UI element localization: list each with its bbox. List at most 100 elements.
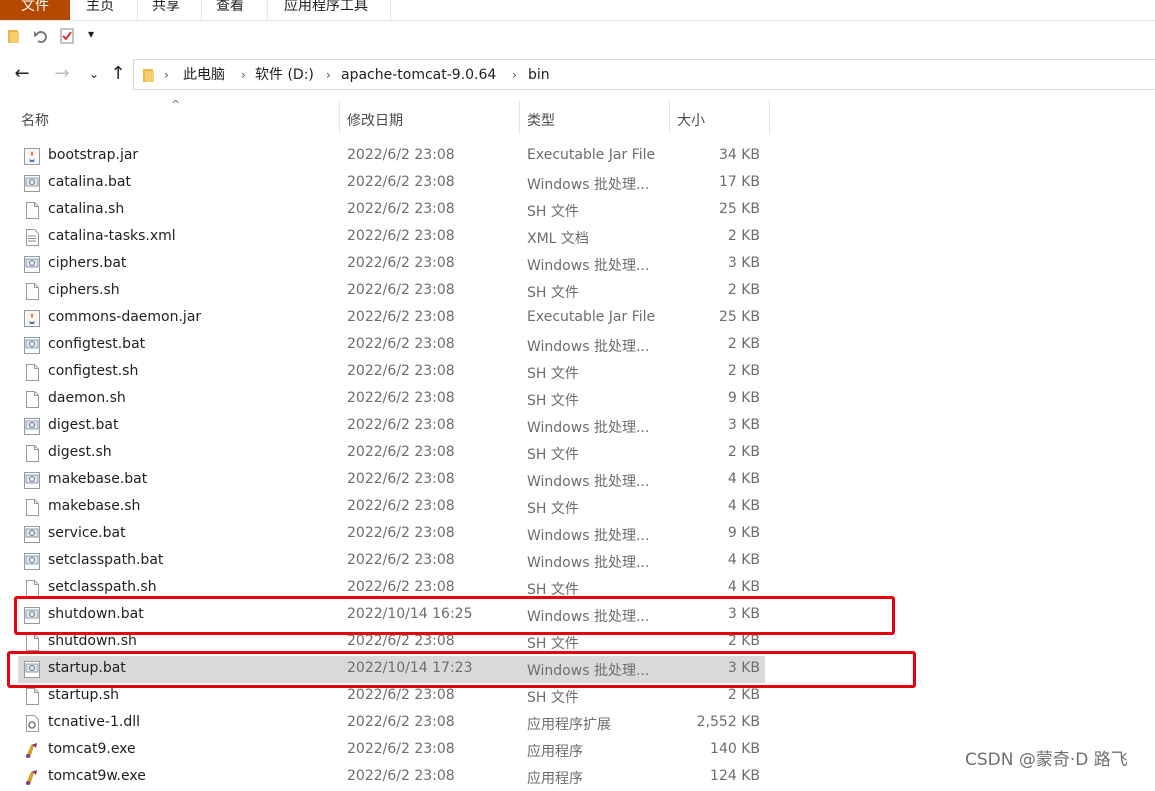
highlight-box-startup [7, 651, 916, 688]
file-name: catalina.sh [48, 201, 125, 217]
column-header-size[interactable]: 大小 [677, 110, 705, 130]
file-type: Windows 批处理... [527, 555, 650, 571]
breadcrumb-this-pc[interactable]: 此电脑 [183, 60, 225, 91]
file-date: 2022/6/2 23:08 [347, 768, 455, 784]
file-date: 2022/6/2 23:08 [347, 282, 455, 298]
file-date: 2022/6/2 23:08 [347, 363, 455, 379]
file-row-bootstrap-jar[interactable]: bootstrap.jar 2022/6/2 23:08 Executable Ja… [18, 143, 765, 170]
file-date: 2022/6/2 23:08 [347, 633, 455, 649]
file-date: 2022/6/2 23:08 [347, 552, 455, 568]
batch-icon [24, 553, 40, 570]
file-name: service.bat [48, 525, 126, 541]
file-row-digest-sh[interactable]: digest.sh 2022/6/2 23:08 SH 文件 2 KB [18, 440, 765, 467]
recent-locations-dropdown[interactable]: ⌄ [84, 64, 104, 84]
file-type: Windows 批处理... [527, 258, 650, 274]
back-button[interactable]: ← [12, 64, 32, 84]
file-name: digest.sh [48, 444, 112, 460]
breadcrumb-chevron-icon[interactable]: › [164, 60, 169, 91]
column-header-type[interactable]: 类型 [527, 110, 555, 130]
file-type: SH 文件 [527, 366, 579, 382]
file-row-setclasspath-bat[interactable]: setclasspath.bat 2022/6/2 23:08 Windows 批处… [18, 548, 765, 575]
tab-divider [137, 0, 138, 20]
breadcrumb-chevron-icon[interactable]: › [326, 60, 331, 91]
folder-icon[interactable] [7, 28, 21, 44]
column-header-name[interactable]: 名称 [21, 110, 49, 130]
column-divider[interactable] [669, 100, 670, 134]
file-row-tomcat9-exe[interactable]: tomcat9.exe 2022/6/2 23:08 应用程序 140 KB [18, 737, 765, 764]
tab-share[interactable]: 共享 [152, 0, 180, 20]
column-divider[interactable] [339, 100, 340, 134]
folder-icon [143, 69, 154, 82]
file-icon [24, 391, 40, 408]
file-row-digest-bat[interactable]: digest.bat 2022/6/2 23:08 Windows 批处理... 3 … [18, 413, 765, 440]
file-date: 2022/6/2 23:08 [347, 687, 455, 703]
batch-icon [24, 337, 40, 354]
column-divider[interactable] [769, 100, 770, 134]
file-size: 2,552 KB [696, 714, 760, 730]
breadcrumb-drive-d[interactable]: 软件 (D:) [255, 60, 314, 91]
qat-customize-dropdown[interactable]: ▾ [88, 27, 94, 41]
tab-file[interactable]: 文件 [0, 0, 70, 20]
file-icon [24, 688, 40, 705]
breadcrumb-bin[interactable]: bin [528, 60, 550, 91]
file-date: 2022/6/2 23:08 [347, 174, 455, 190]
file-date: 2022/6/2 23:08 [347, 471, 455, 487]
file-row-makebase-bat[interactable]: makebase.bat 2022/6/2 23:08 Windows 批处理...… [18, 467, 765, 494]
file-row-makebase-sh[interactable]: makebase.sh 2022/6/2 23:08 SH 文件 4 KB [18, 494, 765, 521]
file-name: ciphers.sh [48, 282, 120, 298]
file-size: 9 KB [727, 390, 760, 406]
file-row-catalina-bat[interactable]: catalina.bat 2022/6/2 23:08 Windows 批处理...… [18, 170, 765, 197]
file-name: makebase.sh [48, 498, 141, 514]
file-name: daemon.sh [48, 390, 126, 406]
file-type: Executable Jar File [527, 309, 656, 325]
tab-divider [201, 0, 202, 20]
file-row-ciphers-sh[interactable]: ciphers.sh 2022/6/2 23:08 SH 文件 2 KB [18, 278, 765, 305]
file-type: SH 文件 [527, 501, 579, 517]
file-name: commons-daemon.jar [48, 309, 202, 325]
file-type: Windows 批处理... [527, 339, 650, 355]
file-type: SH 文件 [527, 393, 579, 409]
file-size: 2 KB [727, 228, 760, 244]
up-button[interactable]: ↑ [108, 64, 128, 84]
file-size: 17 KB [718, 174, 760, 190]
file-date: 2022/6/2 23:08 [347, 525, 455, 541]
file-row-catalina-tasks-xml[interactable]: catalina-tasks.xml 2022/6/2 23:08 XML 文档 2 … [18, 224, 765, 251]
tab-divider [267, 0, 268, 20]
file-row-commons-daemon-jar[interactable]: commons-daemon.jar 2022/6/2 23:08 Executab… [18, 305, 765, 332]
file-date: 2022/6/2 23:08 [347, 579, 455, 595]
file-row-configtest-bat[interactable]: configtest.bat 2022/6/2 23:08 Windows 批处理.… [18, 332, 765, 359]
column-header-date[interactable]: 修改日期 [347, 110, 403, 130]
file-size: 124 KB [710, 768, 760, 784]
file-row-catalina-sh[interactable]: catalina.sh 2022/6/2 23:08 SH 文件 25 KB [18, 197, 765, 224]
file-row-service-bat[interactable]: service.bat 2022/6/2 23:08 Windows 批处理... 9… [18, 521, 765, 548]
file-row-daemon-sh[interactable]: daemon.sh 2022/6/2 23:08 SH 文件 9 KB [18, 386, 765, 413]
breadcrumb-tomcat-folder[interactable]: apache-tomcat-9.0.64 [341, 60, 496, 91]
tab-view[interactable]: 查看 [216, 0, 244, 20]
breadcrumb-chevron-icon[interactable]: › [512, 60, 517, 91]
file-name: ciphers.bat [48, 255, 127, 271]
tab-app-tools[interactable]: 应用程序工具 [284, 0, 368, 20]
column-divider[interactable] [519, 100, 520, 134]
file-type: 应用程序扩展 [527, 717, 611, 733]
file-icon [24, 283, 40, 300]
undo-icon[interactable] [33, 28, 49, 44]
file-type: Windows 批处理... [527, 528, 650, 544]
forward-button[interactable]: → [52, 64, 72, 84]
file-type: XML 文档 [527, 231, 589, 247]
file-row-ciphers-bat[interactable]: ciphers.bat 2022/6/2 23:08 Windows 批处理... 3… [18, 251, 765, 278]
file-date: 2022/6/2 23:08 [347, 309, 455, 325]
file-name: catalina.bat [48, 174, 131, 190]
properties-check-icon[interactable] [60, 28, 74, 44]
file-row-tcnative-1-dll[interactable]: tcnative-1.dll 2022/6/2 23:08 应用程序扩展 2,552 … [18, 710, 765, 737]
file-size: 4 KB [727, 498, 760, 514]
file-row-configtest-sh[interactable]: configtest.sh 2022/6/2 23:08 SH 文件 2 KB [18, 359, 765, 386]
address-bar[interactable]: › 此电脑 › 软件 (D:) › apache-tomcat-9.0.64 ›… [133, 59, 1155, 90]
file-name: startup.sh [48, 687, 119, 703]
breadcrumb-chevron-icon[interactable]: › [241, 60, 246, 91]
file-row-tomcat9w-exe[interactable]: tomcat9w.exe 2022/6/2 23:08 应用程序 124 KB [18, 764, 765, 791]
file-type: SH 文件 [527, 690, 579, 706]
tab-home[interactable]: 主页 [86, 0, 114, 20]
jar-icon [24, 148, 40, 165]
file-name: setclasspath.sh [48, 579, 157, 595]
file-name: bootstrap.jar [48, 147, 139, 163]
